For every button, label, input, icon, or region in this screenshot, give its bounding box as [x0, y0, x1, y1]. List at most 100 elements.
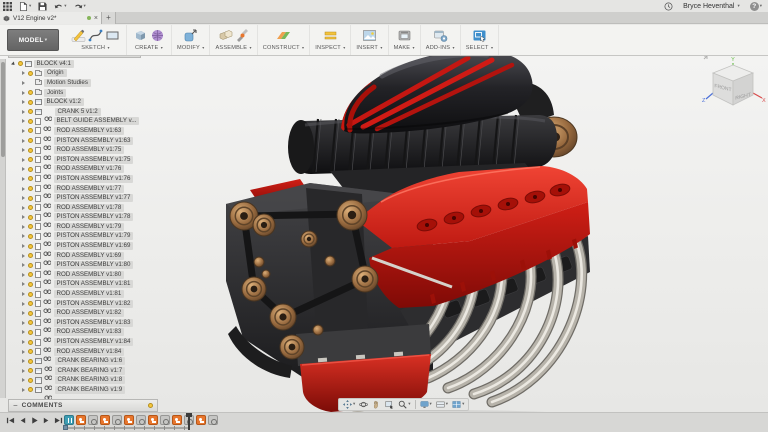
collapse-triangle-icon[interactable]	[22, 224, 25, 229]
tree-row[interactable]: CRANK 5 v1:2	[8, 107, 178, 122]
close-icon[interactable]: ×	[94, 15, 98, 22]
tree-item-label[interactable]: CRANK 5 v1:2	[54, 107, 101, 116]
tree-item-label[interactable]: PISTON ASSEMBLY v1:63	[53, 136, 134, 145]
visibility-bulb-icon[interactable]	[28, 320, 33, 326]
new-tab-button[interactable]: +	[102, 12, 116, 24]
tree-item-label[interactable]: Origin	[44, 69, 67, 78]
collapse-triangle-icon[interactable]	[22, 71, 25, 76]
go-to-end-button[interactable]	[54, 416, 63, 425]
collapse-triangle-icon[interactable]	[22, 157, 25, 162]
document-tab[interactable]: V12 Engine v2* ×	[0, 12, 102, 24]
visibility-bulb-icon[interactable]	[28, 214, 33, 220]
collapse-triangle-icon[interactable]	[22, 253, 25, 258]
timeline-joint-icon[interactable]	[172, 415, 182, 425]
tree-row[interactable]: ROD ASSEMBLY v1:63	[8, 126, 178, 141]
step-forward-button[interactable]	[42, 416, 51, 425]
visibility-bulb-icon[interactable]	[28, 233, 33, 239]
comments-panel-header[interactable]: − COMMENTS	[8, 399, 158, 412]
visibility-bulb-icon[interactable]	[28, 224, 33, 230]
collapse-triangle-icon[interactable]	[22, 340, 25, 345]
visibility-bulb-icon[interactable]	[28, 176, 33, 182]
tree-row[interactable]: PISTON ASSEMBLY v1:80	[8, 260, 178, 275]
redo-button[interactable]: ▾	[74, 2, 86, 11]
visibility-bulb-icon[interactable]	[28, 262, 33, 268]
visibility-bulb-icon[interactable]	[28, 291, 33, 297]
tree-row[interactable]: PISTON ASSEMBLY v1:78	[8, 213, 178, 227]
visibility-bulb-icon[interactable]	[28, 301, 33, 307]
zoom-button[interactable]: ▾	[396, 400, 412, 409]
tree-row[interactable]: PISTON ASSEMBLY v1:84	[8, 337, 178, 352]
toolbar-group-label[interactable]: CREATE ▾	[135, 45, 163, 51]
tree-row[interactable]: ROD ASSEMBLY v1:84	[8, 347, 178, 362]
home-icon[interactable]	[703, 55, 708, 60]
tree-row[interactable]: ROD ASSEMBLY v1:82	[8, 308, 178, 323]
tree-row[interactable]: Joints	[8, 88, 178, 98]
visibility-bulb-icon[interactable]	[28, 281, 33, 287]
tree-row[interactable]: PISTON ASSEMBLY v1:77	[8, 193, 178, 208]
collapse-triangle-icon[interactable]	[22, 244, 25, 249]
tree-item-label[interactable]: ROD ASSEMBLY v1:79	[53, 222, 125, 231]
tree-row[interactable]: PISTON ASSEMBLY v1:82	[8, 299, 178, 314]
collapse-triangle-icon[interactable]	[22, 109, 25, 114]
tree-item-label[interactable]: CRANK BEARING v1:8	[54, 376, 126, 385]
collapse-triangle-icon[interactable]	[22, 234, 25, 239]
tree-item-label[interactable]: Motion Studies	[44, 78, 91, 87]
collapse-triangle-icon[interactable]	[22, 378, 25, 383]
collapse-triangle-icon[interactable]	[22, 119, 25, 124]
collapse-triangle-icon[interactable]	[22, 311, 25, 316]
tree-row[interactable]: ROD ASSEMBLY v1:78	[8, 203, 178, 218]
tree-row[interactable]: Origin	[8, 69, 178, 79]
spline-icon[interactable]	[88, 28, 103, 43]
collapse-triangle-icon[interactable]	[22, 186, 25, 191]
tree-item-label[interactable]: CRANK BEARING v1:7	[54, 366, 126, 375]
visibility-bulb-icon[interactable]	[28, 186, 33, 192]
timeline-playhead[interactable]	[186, 413, 191, 430]
collapse-triangle-icon[interactable]	[22, 282, 25, 287]
tree-item-label[interactable]: ROD ASSEMBLY v1:76	[53, 165, 125, 174]
collapse-triangle-icon[interactable]	[22, 272, 25, 277]
collapse-triangle-icon[interactable]	[22, 301, 25, 306]
select-icon[interactable]	[472, 28, 487, 43]
toolbar-group-label[interactable]: CONSTRUCT ▾	[263, 45, 304, 51]
toolbar-group-label[interactable]: SELECT ▾	[466, 45, 494, 51]
tree-item-label[interactable]: CRANK BEARING v1:9	[54, 385, 126, 394]
press-pull-icon[interactable]	[183, 28, 198, 43]
tree-item-label[interactable]: Joints	[44, 88, 67, 97]
tree-row[interactable]: ROD ASSEMBLY v1:80	[8, 270, 178, 285]
visibility-bulb-icon[interactable]	[28, 368, 33, 374]
user-name[interactable]: Bryce Heventhal	[683, 3, 734, 10]
collapse-triangle-icon[interactable]	[22, 100, 25, 105]
tree-item-label[interactable]: CRANK BEARING v1:6	[54, 357, 126, 366]
tree-item-label[interactable]: BLOCK v1:2	[43, 98, 84, 107]
tree-item-label[interactable]: ROD ASSEMBLY v1:77	[53, 184, 125, 193]
save-button[interactable]	[38, 1, 47, 11]
print-3d-icon[interactable]	[397, 28, 412, 43]
joint-icon[interactable]	[235, 28, 250, 43]
undo-button[interactable]: ▾	[54, 2, 67, 11]
new-component-icon[interactable]	[218, 28, 233, 43]
timeline-joint-icon[interactable]	[124, 415, 134, 425]
visibility-bulb-icon[interactable]	[28, 195, 33, 201]
collapse-triangle-icon[interactable]	[22, 176, 25, 181]
tree-row[interactable]: ROD ASSEMBLY v1:75	[8, 145, 178, 160]
tree-item-label[interactable]: PISTON ASSEMBLY v1:83	[53, 318, 134, 327]
tree-row[interactable]: PISTON ASSEMBLY v1:63	[8, 136, 178, 151]
create-box-icon[interactable]	[133, 28, 148, 43]
tree-item-label[interactable]: PISTON ASSEMBLY v1:69	[53, 242, 134, 251]
tree-row[interactable]: ROD ASSEMBLY v1:79	[8, 222, 178, 237]
toolbar-group-label[interactable]: INSERT ▾	[356, 45, 382, 51]
tree-item-label[interactable]: ROD ASSEMBLY v1:83	[53, 328, 125, 337]
viewcube[interactable]: FRONT RIGHT Y Z X	[698, 49, 766, 117]
tree-row[interactable]: ROD ASSEMBLY v1:81	[8, 289, 178, 304]
tree-row[interactable]: ROD ASSEMBLY v1:69	[8, 251, 178, 266]
tree-row[interactable]: PISTON ASSEMBLY v1:81	[8, 280, 178, 295]
toolbar-group-label[interactable]: INSPECT ▾	[315, 45, 345, 51]
timeline-as-built-joint-icon[interactable]	[208, 415, 218, 425]
tree-item-label[interactable]: ROD ASSEMBLY v1:81	[53, 290, 125, 299]
sketch-pencil-icon[interactable]	[71, 28, 86, 43]
visibility-bulb-icon[interactable]	[18, 61, 23, 67]
construction-plane-icon[interactable]	[276, 28, 291, 43]
tree-item-label[interactable]: PISTON ASSEMBLY v1:75	[53, 155, 134, 164]
collapse-triangle-icon[interactable]	[22, 128, 25, 133]
visibility-bulb-icon[interactable]	[28, 157, 33, 163]
